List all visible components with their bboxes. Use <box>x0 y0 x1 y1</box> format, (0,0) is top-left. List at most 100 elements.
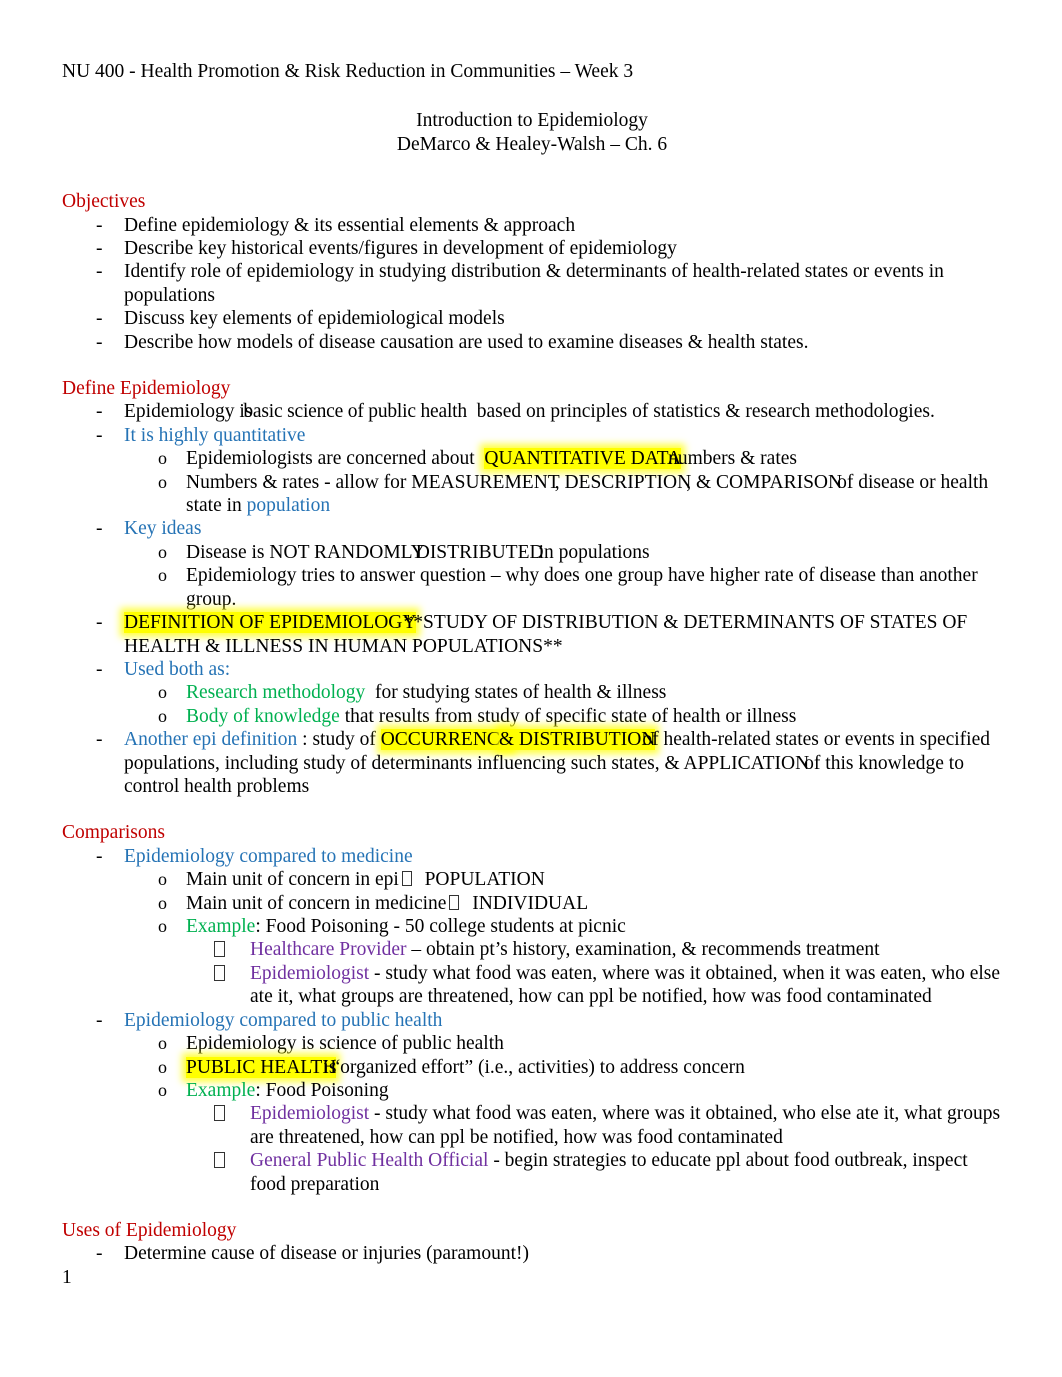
quant-text-b: numbers & rates <box>668 448 797 470</box>
highlight-occurrence: OCCURRENCE <box>380 729 512 751</box>
example-rest: : Food Poisoning - 50 college students a… <box>255 916 626 938</box>
ph-item2-rest: “organized effort” (i.e., activities) to… <box>331 1056 745 1078</box>
objectives-list: - Define epidemiology & its essential el… <box>62 214 1002 354</box>
key1-b: NOT RANDOMLY <box>269 541 425 563</box>
ph-example-sublist: Epidemiologist - study what food was eat… <box>186 1102 1002 1196</box>
list-item: - Epidemiology compared to medicine o Ma… <box>62 845 1002 1009</box>
quant2-comparison: , & COMPARISON <box>686 471 843 493</box>
list-item: o Numbers & rates - allow for MEASUREMEN… <box>124 471 1002 518</box>
highlight-distribution: & DISTRIBUTION <box>498 729 656 751</box>
section-heading-objectives: Objectives <box>62 191 146 212</box>
objective-text: Discuss key elements of epidemiological … <box>124 308 505 330</box>
key-ideas-sublist: o Disease is NOT RANDOMLYDISTRIBUTEDin p… <box>124 541 1002 611</box>
body-of-knowledge-label: Body of knowledge <box>186 705 340 727</box>
objective-text: Identify role of epidemiology in studyin… <box>124 261 944 306</box>
example-rest: : Food Poisoning <box>255 1079 389 1101</box>
define-epidemiology-list: - Epidemiology isbasic science of public… <box>62 400 1002 798</box>
ph-item1: Epidemiology is science of public health <box>186 1033 504 1055</box>
quant2-text-a: Numbers & rates - allow for <box>186 471 407 493</box>
list-item: o PUBLIC HEALTHis“organized effort” (i.e… <box>124 1056 1002 1079</box>
list-marker: o <box>158 916 167 937</box>
epi-vs-medicine-label: Epidemiology compared to medicine <box>124 845 413 867</box>
square-bullet-icon <box>214 1149 225 1172</box>
another-definition-a: : study of <box>302 729 376 751</box>
list-item: o Example: Food Poisoning - 50 college s… <box>124 915 1002 1009</box>
uses-list: - Determine cause of disease or injuries… <box>62 1242 1002 1265</box>
list-item: o Main unit of concern in medicine INDIV… <box>124 892 1002 915</box>
list-marker: o <box>158 1056 167 1077</box>
list-marker: - <box>96 424 103 446</box>
public-health-official-label: General Public Health Official <box>250 1150 489 1172</box>
list-item: - Define epidemiology & its essential el… <box>62 214 1002 237</box>
list-marker: - <box>96 518 103 540</box>
epi-vs-public-health-label: Epidemiology compared to public health <box>124 1009 443 1031</box>
key1-d: in populations <box>538 541 650 563</box>
arrow-missing-glyph-icon <box>401 871 412 887</box>
highlight-public-health: PUBLIC HEALTH <box>186 1056 337 1078</box>
quantitative-sublist: o Epidemiologists are concerned about QU… <box>124 447 1002 517</box>
list-marker: o <box>158 565 167 586</box>
document-header: NU 400 - Health Promotion & Risk Reducti… <box>62 61 634 82</box>
med-example-sublist: Healthcare Provider – obtain pt’s histor… <box>186 938 1002 1008</box>
healthcare-provider-label: Healthcare Provider <box>250 939 407 961</box>
key-ideas-label: Key ideas <box>124 518 202 540</box>
list-item: o Main unit of concern in epi POPULATION <box>124 868 1002 891</box>
list-item: o Example: Food Poisoning Epidemiologist… <box>124 1079 1002 1196</box>
list-item: o Research methodology for studying stat… <box>124 681 1002 704</box>
list-marker: - <box>96 845 103 867</box>
used-both-sublist: o Research methodology for studying stat… <box>124 681 1002 728</box>
list-marker: o <box>158 1033 167 1054</box>
list-item: Epidemiologist - study what food was eat… <box>186 1102 1002 1149</box>
list-item: - Used both as: o Research methodology f… <box>62 658 1002 728</box>
define-intro-a: Epidemiology is <box>124 401 253 423</box>
list-marker: o <box>158 682 167 703</box>
med-item2-b: INDIVIDUAL <box>472 892 589 914</box>
another-definition-label: Another epi definition <box>124 729 298 751</box>
list-marker: - <box>96 658 103 680</box>
epi-vs-medicine-sublist: o Main unit of concern in epi POPULATION… <box>124 868 1002 1008</box>
define-intro-c: based on principles of statistics & rese… <box>476 401 935 423</box>
list-marker: o <box>158 471 167 492</box>
list-item: - Describe how models of disease causati… <box>62 331 1002 354</box>
list-marker: o <box>158 705 167 726</box>
med-item1-a: Main unit of concern in epi <box>186 869 399 891</box>
quant-text-a: Epidemiologists are concerned about <box>186 448 475 470</box>
page-number: 1 <box>62 1266 72 1288</box>
list-item: - Epidemiology compared to public health… <box>62 1009 1002 1196</box>
list-item: o Epidemiology tries to answer question … <box>124 564 1002 611</box>
list-item: - Identify role of epidemiology in study… <box>62 260 1002 307</box>
section-heading-uses-of-epidemiology: Uses of Epidemiology <box>62 1219 237 1241</box>
healthcare-provider-rest: – obtain pt’s history, examination, & re… <box>411 939 880 961</box>
quant2-population: population <box>246 495 331 517</box>
list-item: o Epidemiologists are concerned about QU… <box>124 447 1002 470</box>
list-marker: - <box>96 237 103 259</box>
square-bullet-icon <box>214 962 225 985</box>
list-marker: - <box>96 1243 103 1265</box>
list-marker: o <box>158 448 167 469</box>
list-item: o Body of knowledge that results from st… <box>124 705 1002 728</box>
list-item: Epidemiologist - study what food was eat… <box>186 962 1002 1009</box>
comparisons-list: - Epidemiology compared to medicine o Ma… <box>62 845 1002 1196</box>
example-label: Example <box>186 1079 256 1101</box>
list-item: Healthcare Provider – obtain pt’s histor… <box>186 938 1002 961</box>
define-intro-b: basic science of public health <box>243 401 467 423</box>
body-of-knowledge-rest: that results from study of specific stat… <box>344 705 797 727</box>
title-line-2: DeMarco & Healey-Walsh – Ch. 6 <box>396 133 668 155</box>
objective-text: Describe key historical events/figures i… <box>124 237 677 259</box>
list-item: General Public Health Official - begin s… <box>186 1149 1002 1196</box>
list-item: - Discuss key elements of epidemiologica… <box>62 307 1002 330</box>
example-label: Example <box>186 916 256 938</box>
list-marker: - <box>96 261 103 283</box>
square-bullet-icon <box>214 1102 225 1125</box>
list-marker: o <box>158 1079 167 1100</box>
key1-c: DISTRIBUTED <box>415 541 544 563</box>
list-marker: o <box>158 869 167 890</box>
list-item: - Key ideas o Disease is NOT RANDOMLYDIS… <box>62 517 1002 611</box>
list-item: o Disease is NOT RANDOMLYDISTRIBUTEDin p… <box>124 541 1002 564</box>
key2-text: Epidemiology tries to answer question – … <box>186 565 978 610</box>
title-line-1: Introduction to Epidemiology <box>416 110 648 131</box>
document-title-block: Introduction to Epidemiology DeMarco & H… <box>62 109 1002 156</box>
section-heading-comparisons: Comparisons <box>62 822 165 844</box>
epi-vs-public-health-sublist: o Epidemiology is science of public heal… <box>124 1032 1002 1196</box>
arrow-missing-glyph-icon <box>449 894 460 910</box>
